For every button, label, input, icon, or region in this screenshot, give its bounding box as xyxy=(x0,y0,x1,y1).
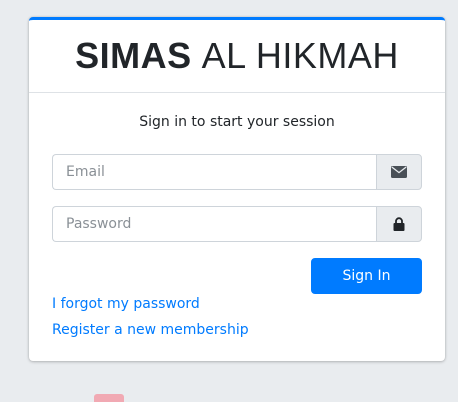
login-page: SIMAS AL HIKMAH Sign in to start your se… xyxy=(0,0,458,402)
password-input[interactable] xyxy=(52,206,376,242)
password-addon xyxy=(376,206,422,242)
email-input-group xyxy=(52,154,422,190)
decorative-tab xyxy=(94,394,124,402)
register-link[interactable]: Register a new membership xyxy=(52,322,249,338)
email-addon xyxy=(376,154,422,190)
sign-in-button[interactable]: Sign In xyxy=(311,258,422,294)
email-input[interactable] xyxy=(52,154,376,190)
envelope-icon xyxy=(391,166,407,178)
forgot-password-link[interactable]: I forgot my password xyxy=(52,296,200,312)
login-card: SIMAS AL HIKMAH Sign in to start your se… xyxy=(29,17,445,361)
brand-light-text: AL HIKMAH xyxy=(201,35,399,76)
login-box-message: Sign in to start your session xyxy=(139,114,335,130)
password-input-group xyxy=(52,206,422,242)
login-card-body: Sign in to start your session Email Sign… xyxy=(29,93,445,361)
lock-icon xyxy=(393,217,405,231)
login-logo: SIMAS AL HIKMAH xyxy=(29,20,445,93)
brand-bold-text: SIMAS xyxy=(75,35,192,76)
